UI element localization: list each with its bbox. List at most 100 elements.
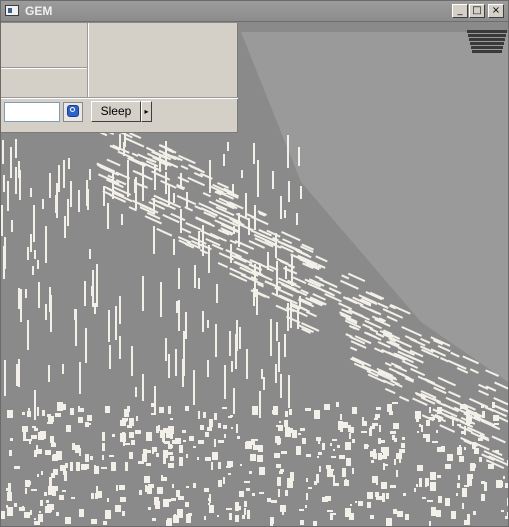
search-input[interactable] <box>4 102 60 122</box>
bottom-pattern-mark <box>14 503 17 507</box>
bottom-pattern-mark <box>447 454 453 461</box>
bottom-pattern-mark <box>120 497 126 502</box>
bottom-pattern-mark <box>253 445 259 450</box>
bottom-pattern-mark <box>276 464 281 468</box>
vertical-streak <box>248 218 250 235</box>
vertical-streak <box>288 181 290 202</box>
bottom-pattern-mark <box>419 424 421 427</box>
vertical-streak <box>34 250 36 259</box>
vertical-streak <box>94 303 96 314</box>
bottom-pattern-mark <box>208 498 211 501</box>
bottom-pattern-mark <box>292 430 297 438</box>
bottom-pattern-mark <box>336 402 339 407</box>
bottom-pattern-mark <box>101 467 107 469</box>
vertical-streak <box>165 338 167 361</box>
bottom-pattern-mark <box>358 501 363 506</box>
gem-window: GEM _ □ × Sleep ▸ <box>0 0 509 527</box>
bottom-pattern-mark <box>145 485 147 492</box>
dark-block-stripe <box>471 46 503 49</box>
vertical-streak <box>231 361 233 372</box>
bottom-pattern-mark <box>193 483 196 488</box>
bottom-pattern-mark <box>246 441 252 449</box>
bottom-pattern-mark <box>214 439 216 447</box>
bottom-pattern-mark <box>399 449 405 453</box>
bottom-pattern-mark <box>146 463 151 466</box>
search-button[interactable] <box>63 102 83 122</box>
title-bar[interactable]: GEM _ □ × <box>1 1 508 22</box>
diagonal-streak <box>135 171 147 178</box>
bottom-pattern-mark <box>285 411 288 417</box>
bottom-pattern-mark <box>211 462 213 470</box>
bottom-pattern-mark <box>29 441 31 444</box>
diagonal-streak <box>292 276 307 285</box>
bottom-pattern-mark <box>44 492 47 496</box>
vertical-streak <box>86 180 88 206</box>
vertical-streak <box>154 386 156 415</box>
vertical-streak <box>18 288 20 309</box>
vertical-streak <box>109 345 111 369</box>
diagonal-streak <box>494 381 508 390</box>
bottom-pattern-mark <box>373 449 376 458</box>
bottom-pattern-mark <box>438 420 441 422</box>
diagonal-streak <box>239 241 255 251</box>
diagonal-streak <box>386 315 398 323</box>
bottom-pattern-mark <box>34 518 36 520</box>
diagonal-streak <box>217 262 229 269</box>
bottom-pattern-mark <box>87 415 92 421</box>
bottom-pattern-mark <box>419 478 422 487</box>
bottom-pattern-mark <box>173 515 179 523</box>
bottom-pattern-mark <box>230 415 233 417</box>
maximize-button[interactable]: □ <box>469 4 485 18</box>
bottom-pattern-mark <box>345 442 351 450</box>
bottom-pattern-mark <box>272 410 275 414</box>
vertical-streak <box>42 199 44 209</box>
bottom-pattern-mark <box>274 453 280 458</box>
vertical-streak <box>153 226 155 254</box>
bottom-pattern-mark <box>403 493 406 496</box>
bottom-pattern-mark <box>381 447 386 452</box>
bottom-pattern-mark <box>322 443 325 450</box>
bottom-pattern-mark <box>81 464 87 470</box>
diagonal-streak <box>180 165 189 170</box>
bottom-pattern-mark <box>414 488 416 492</box>
bottom-pattern-mark <box>138 461 144 464</box>
diagonal-streak <box>295 248 309 257</box>
diagonal-streak <box>450 351 460 358</box>
bottom-pattern-mark <box>185 502 189 507</box>
vertical-streak <box>288 375 290 408</box>
vertical-streak <box>3 246 5 279</box>
bottom-pattern-mark <box>381 482 387 489</box>
bottom-pattern-mark <box>22 426 28 432</box>
bottom-pattern-mark <box>7 507 13 516</box>
vertical-streak <box>257 160 259 197</box>
diagonal-streak <box>369 308 382 316</box>
app-window-icon[interactable] <box>5 5 19 16</box>
bottom-pattern-mark <box>482 411 485 418</box>
sleep-button[interactable]: Sleep <box>91 101 141 122</box>
vertical-streak <box>34 390 36 420</box>
bottom-pattern-mark <box>1 511 5 519</box>
bottom-pattern-mark <box>507 460 508 466</box>
bottom-pattern-mark <box>296 446 301 455</box>
vertical-streak <box>193 370 195 405</box>
bottom-pattern-mark <box>375 414 380 418</box>
bottom-pattern-mark <box>175 438 181 444</box>
sleep-menu-arrow-button[interactable]: ▸ <box>141 101 152 122</box>
bottom-pattern-mark <box>157 487 163 494</box>
bottom-pattern-mark <box>209 419 213 427</box>
close-button[interactable]: × <box>488 4 504 18</box>
vertical-streak <box>62 364 64 374</box>
bottom-pattern-mark <box>10 438 13 441</box>
bottom-pattern-mark <box>270 517 274 524</box>
vertical-streak <box>278 342 280 372</box>
bottom-pattern-mark <box>103 521 107 525</box>
bottom-pattern-mark <box>205 432 209 437</box>
vertical-streak <box>64 216 66 238</box>
vertical-streak <box>89 169 91 180</box>
vertical-streak <box>215 324 217 357</box>
diagonal-streak <box>478 389 490 397</box>
vertical-streak <box>245 193 247 217</box>
vertical-streak <box>207 320 209 328</box>
minimize-button[interactable]: _ <box>452 4 468 18</box>
vertical-streak <box>253 143 255 164</box>
